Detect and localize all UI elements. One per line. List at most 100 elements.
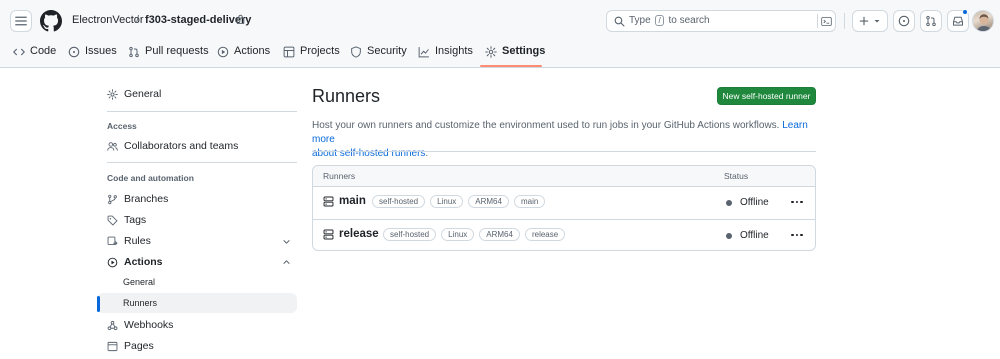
table-row: release self-hosted Linux ARM64 release … <box>313 219 815 250</box>
sidebar-selected-indicator <box>97 296 100 312</box>
search-placeholder: Type / to search <box>629 15 710 26</box>
sidebar-item-general[interactable]: General <box>97 84 297 104</box>
command-palette-icon[interactable] <box>821 16 832 27</box>
avatar-portrait-icon <box>976 14 992 31</box>
sidebar-item-collaborators[interactable]: Collaborators and teams <box>97 136 297 156</box>
code-icon <box>13 48 25 56</box>
tab-projects-label: Projects <box>300 45 340 57</box>
sidebar-item-label: Tags <box>124 214 147 226</box>
search-input[interactable]: Type / to search <box>606 10 836 32</box>
kebab-dot <box>795 200 799 204</box>
sidebar-heading-access: Access <box>107 121 137 131</box>
kebab-dot <box>791 233 794 237</box>
sidebar-item-label: General <box>124 88 162 100</box>
runner-label: ARM64 <box>468 195 509 208</box>
description-text: Host your own runners and customize the … <box>312 120 780 131</box>
runner-status: Offline <box>726 197 769 208</box>
runner-name: release <box>339 228 379 240</box>
shield-icon <box>351 46 361 58</box>
runner-options-button[interactable] <box>789 195 805 209</box>
breadcrumb-separator: / <box>136 14 140 26</box>
sidebar-item-webhooks[interactable]: Webhooks <box>97 315 297 335</box>
hamburger-icon <box>15 16 27 26</box>
status-text: Offline <box>740 230 769 241</box>
notification-unread-dot <box>962 9 968 15</box>
runners-table: Runners Status main self-hosted Linux AR… <box>312 165 816 251</box>
sidebar-item-pages[interactable]: Pages <box>97 336 297 356</box>
pull-requests-button[interactable] <box>920 10 942 32</box>
repo-push-icon <box>107 236 118 245</box>
inbox-icon <box>953 16 963 26</box>
sidebar-item-label: Rules <box>124 235 151 247</box>
slash-key-hint: / <box>655 15 664 26</box>
new-self-hosted-runner-button[interactable]: New self-hosted runner <box>717 87 816 105</box>
runner-label: Linux <box>430 195 464 208</box>
kebab-dot <box>800 200 803 204</box>
sidebar-item-label: Branches <box>124 193 169 205</box>
tab-code-label: Code <box>30 45 57 57</box>
active-tab-underline <box>480 65 542 67</box>
sidebar-item-actions[interactable]: Actions <box>97 252 297 272</box>
people-icon <box>107 141 118 151</box>
column-header-status: Status <box>724 171 749 181</box>
sidebar-divider <box>107 111 297 112</box>
runner-status: Offline <box>726 230 769 241</box>
sidebar-divider <box>107 162 297 163</box>
runner-name-link[interactable]: release <box>323 228 379 240</box>
tab-settings-label: Settings <box>502 45 546 57</box>
lock-icon <box>236 14 245 24</box>
status-offline-dot <box>726 232 732 239</box>
sidebar-item-label: Webhooks <box>124 319 174 331</box>
page-title: Runners <box>312 86 381 106</box>
tab-pull-requests[interactable]: Pull requests <box>128 42 209 68</box>
browser-icon <box>107 341 118 351</box>
status-text: Offline <box>740 197 769 208</box>
search-divider <box>817 14 818 28</box>
chevron-up-icon[interactable] <box>282 258 291 267</box>
runner-name-link[interactable]: main <box>323 195 366 207</box>
server-icon <box>323 196 334 206</box>
play-icon <box>217 46 229 58</box>
menu-button[interactable] <box>10 10 32 32</box>
runner-labels: self-hosted Linux ARM64 release <box>383 228 566 241</box>
tab-security-label: Security <box>367 45 407 57</box>
chevron-down-icon[interactable] <box>282 237 291 246</box>
gear-icon <box>107 88 118 100</box>
kebab-dot <box>795 233 799 237</box>
runner-labels: self-hosted Linux ARM64 main <box>372 195 546 208</box>
tab-projects[interactable]: Projects <box>283 42 340 68</box>
graph-icon <box>418 47 429 58</box>
webhook-icon <box>107 320 118 330</box>
tab-actions[interactable]: Actions <box>217 42 270 68</box>
tab-security[interactable]: Security <box>350 42 407 68</box>
runner-name: main <box>339 195 366 207</box>
sidebar-item-label: Pages <box>124 340 154 352</box>
column-header-runners: Runners <box>323 171 356 181</box>
issue-opened-icon <box>898 15 910 27</box>
repo-owner-link[interactable]: ElectronVector <box>72 14 144 26</box>
sidebar-subitem-actions-general[interactable]: General <box>97 272 297 292</box>
sidebar-item-rules[interactable]: Rules <box>97 231 297 251</box>
issues-button[interactable] <box>893 10 915 32</box>
user-avatar[interactable] <box>972 10 994 32</box>
app-header: ElectronVector / f303-staged-delivery Ty… <box>0 0 1000 68</box>
table-icon <box>283 46 295 58</box>
runner-label: Linux <box>441 228 475 241</box>
page-description: Host your own runners and customize the … <box>312 120 808 159</box>
server-icon <box>323 229 334 239</box>
status-offline-dot <box>726 199 732 206</box>
tab-code[interactable]: Code <box>13 42 56 68</box>
git-branch-icon <box>108 194 117 204</box>
sidebar-item-branches[interactable]: Branches <box>97 189 297 209</box>
sidebar-item-tags[interactable]: Tags <box>97 210 297 230</box>
runner-label: ARM64 <box>479 228 520 241</box>
github-logo-icon[interactable] <box>40 10 62 32</box>
sidebar-subitem-actions-runners[interactable]: Runners <box>97 293 297 313</box>
runner-options-button[interactable] <box>789 228 805 242</box>
tab-insights-label: Insights <box>435 45 473 57</box>
create-new-button[interactable] <box>852 10 888 32</box>
runner-label: main <box>513 195 546 208</box>
tab-insights[interactable]: Insights <box>418 42 473 68</box>
tab-issues[interactable]: Issues <box>68 42 117 68</box>
runner-label: self-hosted <box>372 195 426 208</box>
